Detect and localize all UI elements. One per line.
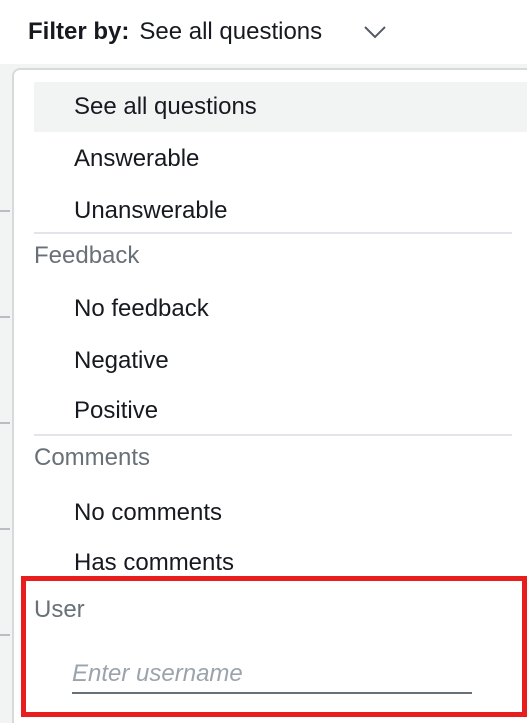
option-positive[interactable]: Positive [34, 386, 527, 436]
chevron-down-icon[interactable] [362, 19, 388, 45]
filter-label: Filter by: [28, 18, 130, 45]
option-answerable[interactable]: Answerable [34, 134, 527, 184]
username-input[interactable] [72, 656, 472, 694]
divider [34, 232, 512, 234]
page: Filter by: See all questions See all que… [0, 0, 527, 723]
group-header-feedback: Feedback [34, 242, 140, 269]
group-header-user: User [34, 596, 85, 623]
background-row-line [0, 528, 10, 530]
option-see-all-questions[interactable]: See all questions [34, 82, 527, 132]
option-no-comments[interactable]: No comments [34, 488, 527, 538]
background-row-line [0, 422, 10, 424]
highlight-box [21, 576, 527, 717]
divider [34, 434, 512, 436]
filter-bar[interactable]: Filter by: See all questions [0, 0, 527, 64]
filter-selected-value[interactable]: See all questions [139, 18, 322, 46]
option-negative[interactable]: Negative [34, 336, 527, 386]
option-unanswerable[interactable]: Unanswerable [34, 186, 527, 236]
background-row-line [0, 634, 10, 636]
background-row-line [0, 316, 10, 318]
group-header-comments: Comments [34, 444, 151, 471]
option-no-feedback[interactable]: No feedback [34, 284, 527, 334]
background-row-line [0, 210, 10, 212]
